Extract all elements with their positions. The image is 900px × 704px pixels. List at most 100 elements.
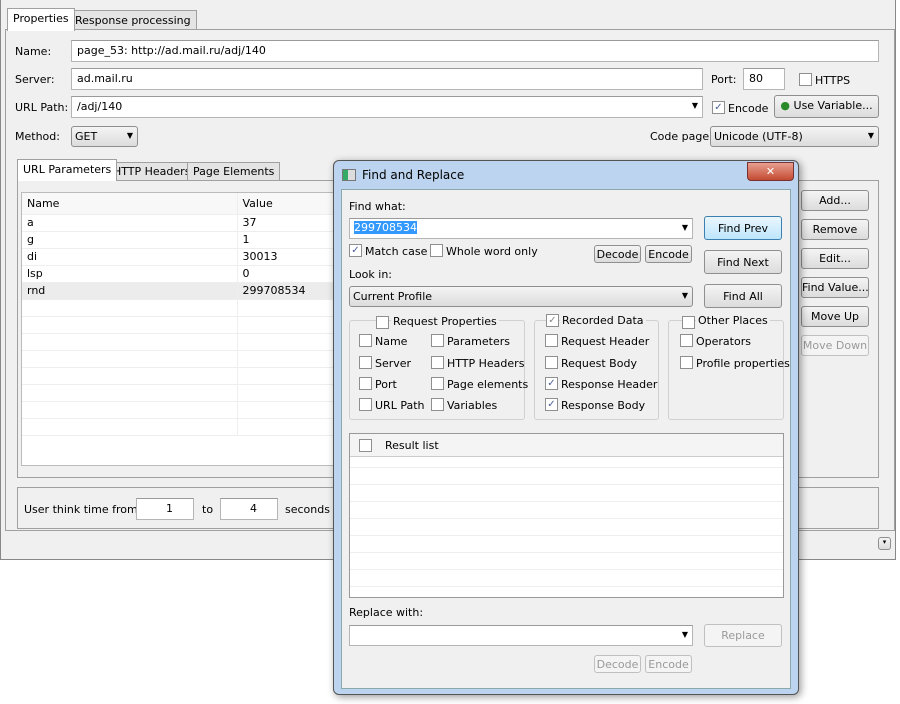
edit-button[interactable]: Edit...: [801, 248, 869, 269]
find-value-button[interactable]: Find Value...: [801, 277, 869, 298]
find-what-label: Find what:: [349, 200, 406, 213]
name-option-label: Name: [375, 335, 408, 348]
parameters-option-label: Parameters: [447, 335, 510, 348]
url-path-checkbox[interactable]: [359, 398, 372, 411]
param-name: a: [22, 214, 238, 232]
request-header-checkbox[interactable]: [545, 334, 558, 347]
match-case-checkbox[interactable]: ✓: [349, 244, 362, 257]
code-page-select[interactable]: Unicode (UTF-8): [710, 126, 879, 147]
other-places-checkbox[interactable]: [682, 316, 695, 329]
encode-checkbox[interactable]: ✓: [712, 101, 725, 114]
variable-icon: ●: [780, 99, 791, 112]
replace-with-label: Replace with:: [349, 606, 424, 619]
table-row[interactable]: rnd 299708534: [22, 282, 340, 300]
select-all-results-checkbox[interactable]: [359, 439, 372, 452]
parameters-table[interactable]: Name Value a 37 g1 di 30013 lsp 0 rnd 2997085…: [21, 192, 341, 466]
port-input[interactable]: 80: [743, 68, 785, 90]
param-value: 1: [237, 231, 340, 249]
scroll-button[interactable]: ▾: [878, 537, 891, 550]
app-icon: [342, 169, 356, 181]
variables-option-label: Variables: [447, 399, 498, 412]
replace-with-combo[interactable]: [349, 625, 693, 646]
page-elements-option-label: Page elements: [447, 378, 529, 391]
think-to-label: to: [202, 503, 214, 516]
variables-checkbox[interactable]: [431, 398, 444, 411]
replace-button[interactable]: Replace: [704, 624, 782, 647]
look-in-select[interactable]: Current Profile: [349, 286, 693, 307]
decode-replace-button[interactable]: Decode: [594, 655, 641, 673]
tab-http-headers[interactable]: HTTP Headers: [107, 162, 197, 181]
param-value: 0: [237, 265, 340, 283]
whole-word-label: Whole word only: [446, 245, 538, 258]
other-places-title: Other Places: [696, 314, 770, 327]
remove-button[interactable]: Remove: [801, 219, 869, 240]
table-row[interactable]: a 37: [22, 214, 340, 232]
move-down-button[interactable]: Move Down: [801, 335, 869, 356]
move-up-button[interactable]: Move Up: [801, 306, 869, 327]
table-row[interactable]: lsp 0: [22, 265, 340, 283]
port-option-label: Port: [375, 378, 397, 391]
https-checkbox[interactable]: [799, 73, 812, 86]
port-checkbox[interactable]: [359, 377, 372, 390]
request-properties-title: Request Properties: [391, 315, 499, 328]
think-from-spinner[interactable]: 1: [136, 498, 194, 520]
close-icon[interactable]: ✕: [747, 162, 794, 181]
seconds-label: seconds: [285, 503, 330, 516]
request-properties-checkbox[interactable]: [376, 316, 389, 329]
http-headers-checkbox[interactable]: [431, 356, 444, 369]
look-in-value: Current Profile: [353, 290, 433, 303]
result-list[interactable]: Result list: [349, 433, 784, 598]
think-to-spinner[interactable]: 4: [220, 498, 278, 520]
encode-button[interactable]: Encode: [645, 245, 692, 263]
param-name: g: [22, 231, 238, 249]
dialog-client: Find what: 299708534 Find Prev ✓ Match c…: [341, 189, 791, 689]
tab-properties[interactable]: Properties: [7, 8, 75, 31]
tab-url-parameters[interactable]: URL Parameters: [17, 159, 118, 181]
param-value: 299708534: [237, 282, 340, 300]
operators-checkbox[interactable]: [680, 334, 693, 347]
response-body-label: Response Body: [561, 399, 646, 412]
param-name: lsp: [22, 265, 238, 283]
table-row[interactable]: g1: [22, 231, 340, 249]
url-path-label: URL Path:: [15, 101, 69, 114]
server-input[interactable]: ad.mail.ru: [71, 68, 703, 90]
match-case-label: Match case: [365, 245, 428, 258]
method-select[interactable]: GET: [71, 126, 138, 147]
param-value: 37: [237, 214, 340, 232]
column-value[interactable]: Value: [237, 193, 340, 215]
result-list-title: Result list: [385, 439, 439, 452]
http-headers-option-label: HTTP Headers: [447, 357, 525, 370]
profile-properties-checkbox[interactable]: [680, 356, 693, 369]
response-header-checkbox[interactable]: ✓: [545, 377, 558, 390]
add-button[interactable]: Add...: [801, 190, 869, 211]
whole-word-checkbox[interactable]: [430, 244, 443, 257]
server-checkbox[interactable]: [359, 356, 372, 369]
operators-label: Operators: [696, 335, 751, 348]
table-header: Name Value: [22, 193, 340, 215]
use-variable-label: Use Variable...: [793, 99, 873, 112]
table-row[interactable]: di 30013: [22, 248, 340, 266]
url-path-combo[interactable]: /adj/140: [71, 96, 703, 118]
request-body-checkbox[interactable]: [545, 356, 558, 369]
find-next-button[interactable]: Find Next: [704, 250, 782, 274]
think-time-label: User think time from:: [24, 503, 142, 516]
find-prev-button[interactable]: Find Prev: [704, 216, 782, 240]
name-checkbox[interactable]: [359, 334, 372, 347]
parameters-checkbox[interactable]: [431, 334, 444, 347]
decode-button[interactable]: Decode: [594, 245, 641, 263]
encode-replace-button[interactable]: Encode: [645, 655, 692, 673]
find-all-button[interactable]: Find All: [704, 284, 782, 308]
response-body-checkbox[interactable]: ✓: [545, 398, 558, 411]
name-input[interactable]: page_53: http://ad.mail.ru/adj/140: [71, 40, 879, 62]
column-name[interactable]: Name: [22, 193, 238, 215]
page-elements-checkbox[interactable]: [431, 377, 444, 390]
param-name: rnd: [22, 282, 238, 300]
encode-label: Encode: [728, 102, 769, 115]
tab-response-processing[interactable]: Response processing: [69, 10, 197, 31]
find-what-combo[interactable]: 299708534: [349, 218, 693, 239]
tab-page-elements[interactable]: Page Elements: [187, 162, 281, 181]
recorded-data-checkbox[interactable]: ✓: [546, 314, 559, 327]
https-label: HTTPS: [815, 74, 851, 87]
use-variable-button[interactable]: ● Use Variable...: [774, 95, 879, 118]
url-path-option-label: URL Path: [375, 399, 425, 412]
